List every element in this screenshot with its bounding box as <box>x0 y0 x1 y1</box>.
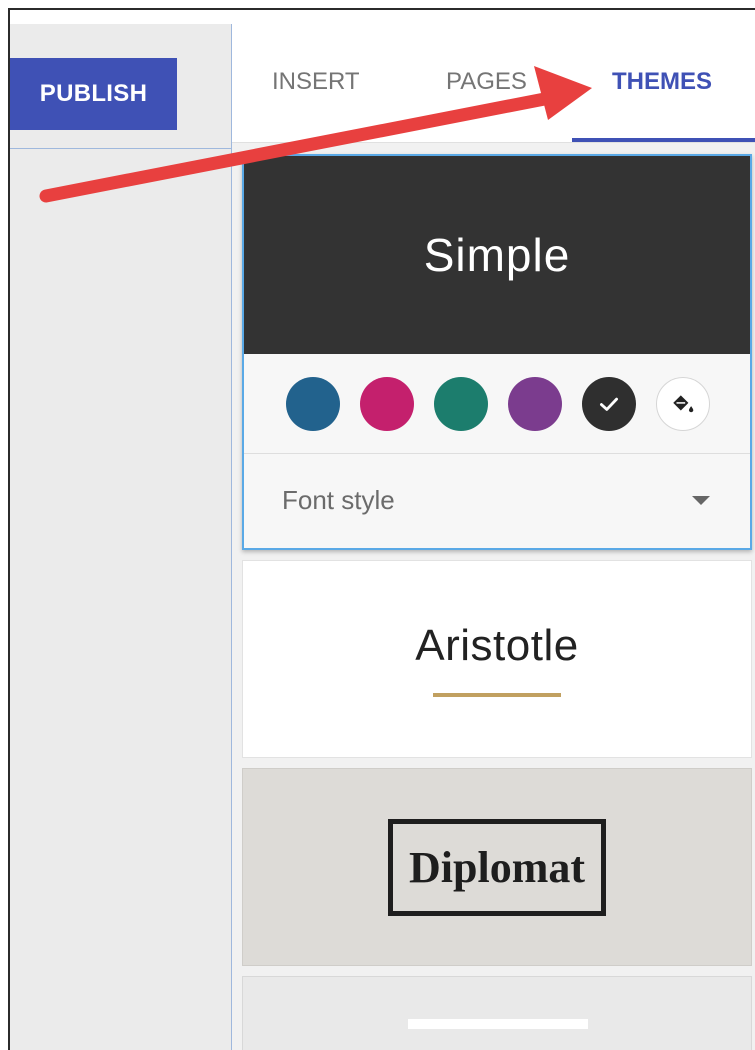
panel-tabs: INSERT PAGES THEMES <box>232 24 755 143</box>
color-swatches <box>244 354 750 454</box>
theme-name: Diplomat <box>388 818 606 916</box>
paint-bucket-icon <box>673 394 694 412</box>
theme-card-next[interactable] <box>242 976 752 1050</box>
color-swatch-magenta[interactable] <box>360 376 414 431</box>
checkmark-icon <box>600 397 618 411</box>
color-swatch-teal[interactable] <box>434 376 488 431</box>
theme-name: Simple <box>423 229 571 281</box>
custom-color-button[interactable] <box>656 376 710 431</box>
color-swatch-blue[interactable] <box>286 376 340 431</box>
tab-themes[interactable]: THEMES <box>612 68 712 96</box>
theme-preview-simple[interactable]: Simple <box>244 156 750 354</box>
tab-insert[interactable]: INSERT <box>272 68 360 96</box>
tab-pages[interactable]: PAGES <box>446 68 527 96</box>
theme-card-aristotle[interactable]: Aristotle <box>242 560 752 758</box>
theme-preview-bar <box>408 1019 588 1029</box>
app-window: PUBLISH INSERT PAGES THEMES Simple Font … <box>8 8 755 1050</box>
color-swatch-purple[interactable] <box>508 376 562 431</box>
side-panel: INSERT PAGES THEMES Simple Font style Ar… <box>232 24 755 1050</box>
theme-name: Aristotle <box>415 621 579 670</box>
chevron-down-icon <box>692 495 710 505</box>
publish-button[interactable]: PUBLISH <box>10 58 177 130</box>
color-swatch-dark-gray[interactable] <box>582 376 636 431</box>
active-tab-indicator <box>572 138 755 142</box>
top-strip <box>10 10 755 25</box>
theme-card-diplomat[interactable]: Diplomat <box>242 768 752 966</box>
theme-card-simple[interactable]: Simple Font style <box>242 154 752 550</box>
canvas-guide-line <box>10 148 232 149</box>
font-style-dropdown[interactable]: Font style <box>244 454 750 546</box>
font-style-label: Font style <box>282 484 395 515</box>
editor-canvas: PUBLISH <box>10 24 232 1050</box>
theme-accent-rule <box>433 693 561 697</box>
